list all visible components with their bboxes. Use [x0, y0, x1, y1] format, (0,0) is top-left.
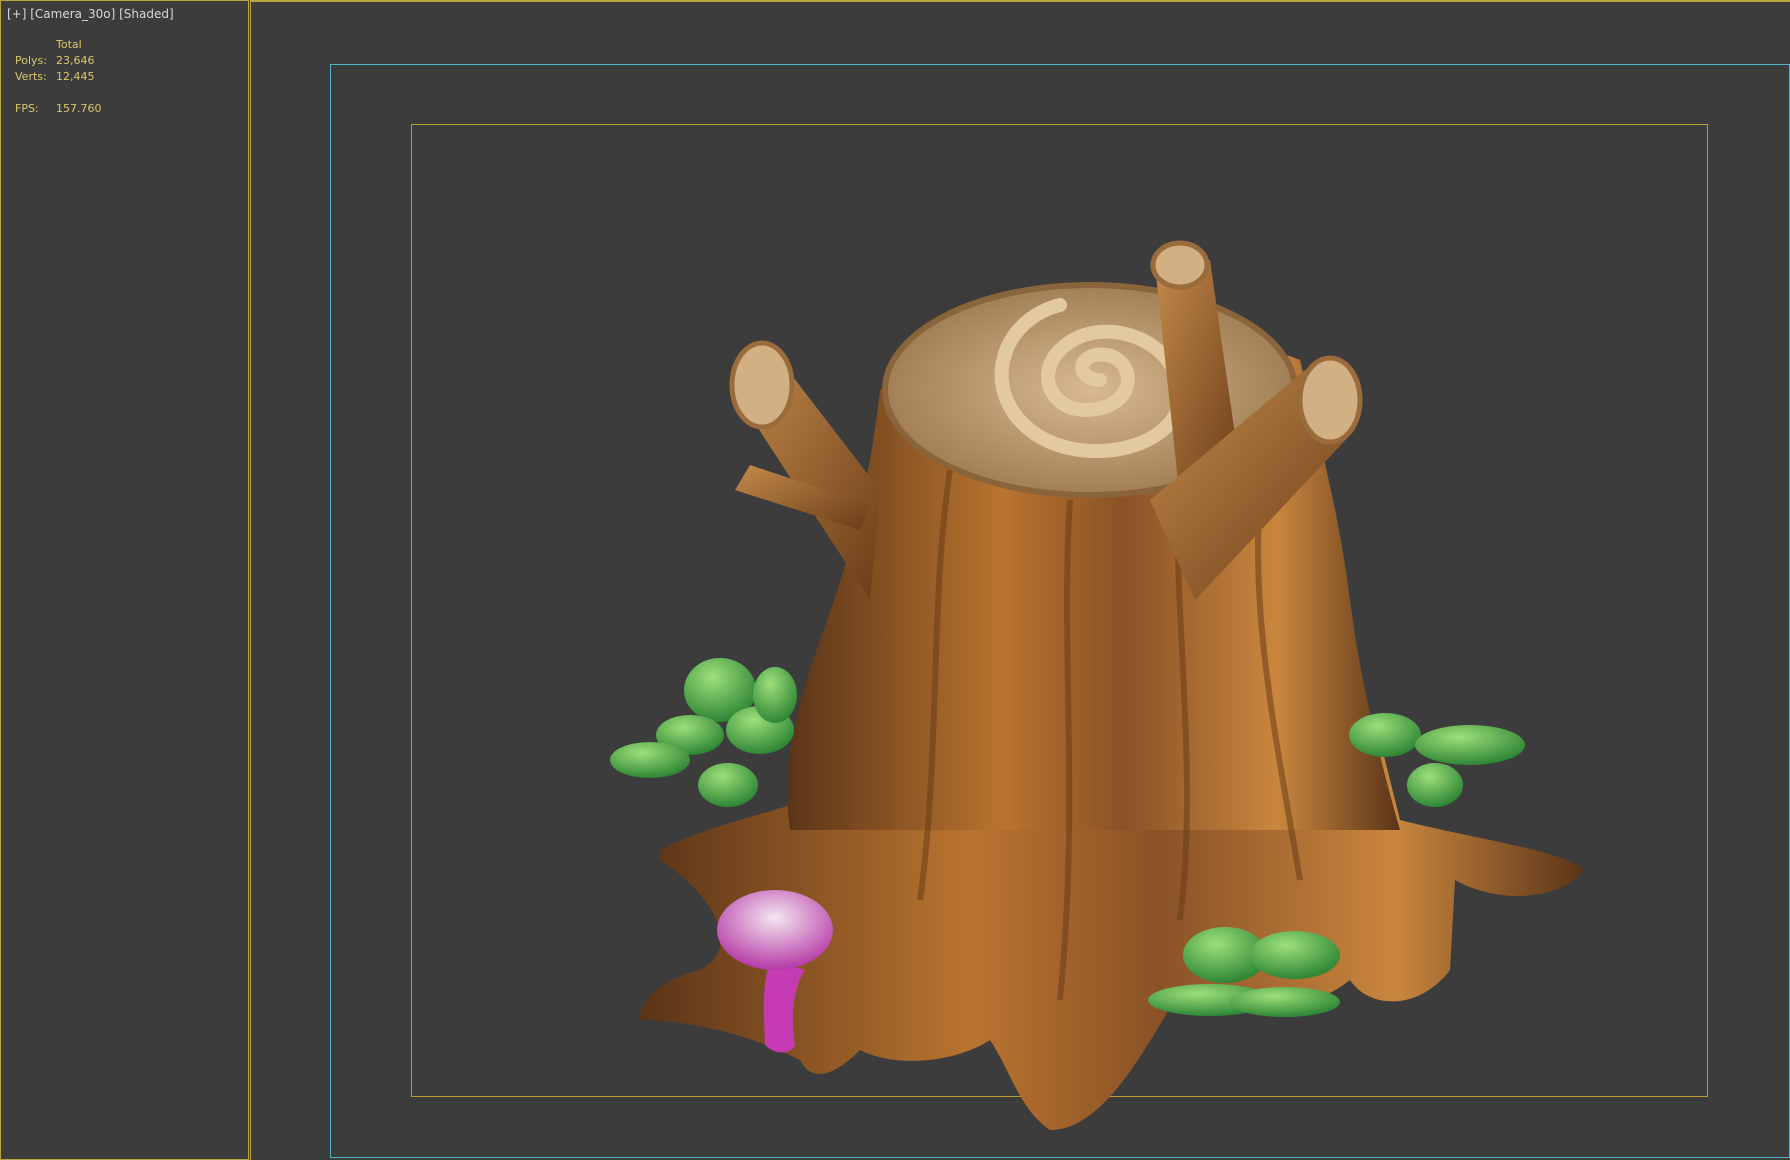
right-upper-branch-cut: [1150, 240, 1210, 290]
right-side-branch-cut: [1297, 355, 1363, 445]
leaf-cluster-left: [610, 658, 797, 807]
left-branch-cut: [729, 340, 795, 430]
tree-stump-model[interactable]: [0, 0, 1790, 1160]
